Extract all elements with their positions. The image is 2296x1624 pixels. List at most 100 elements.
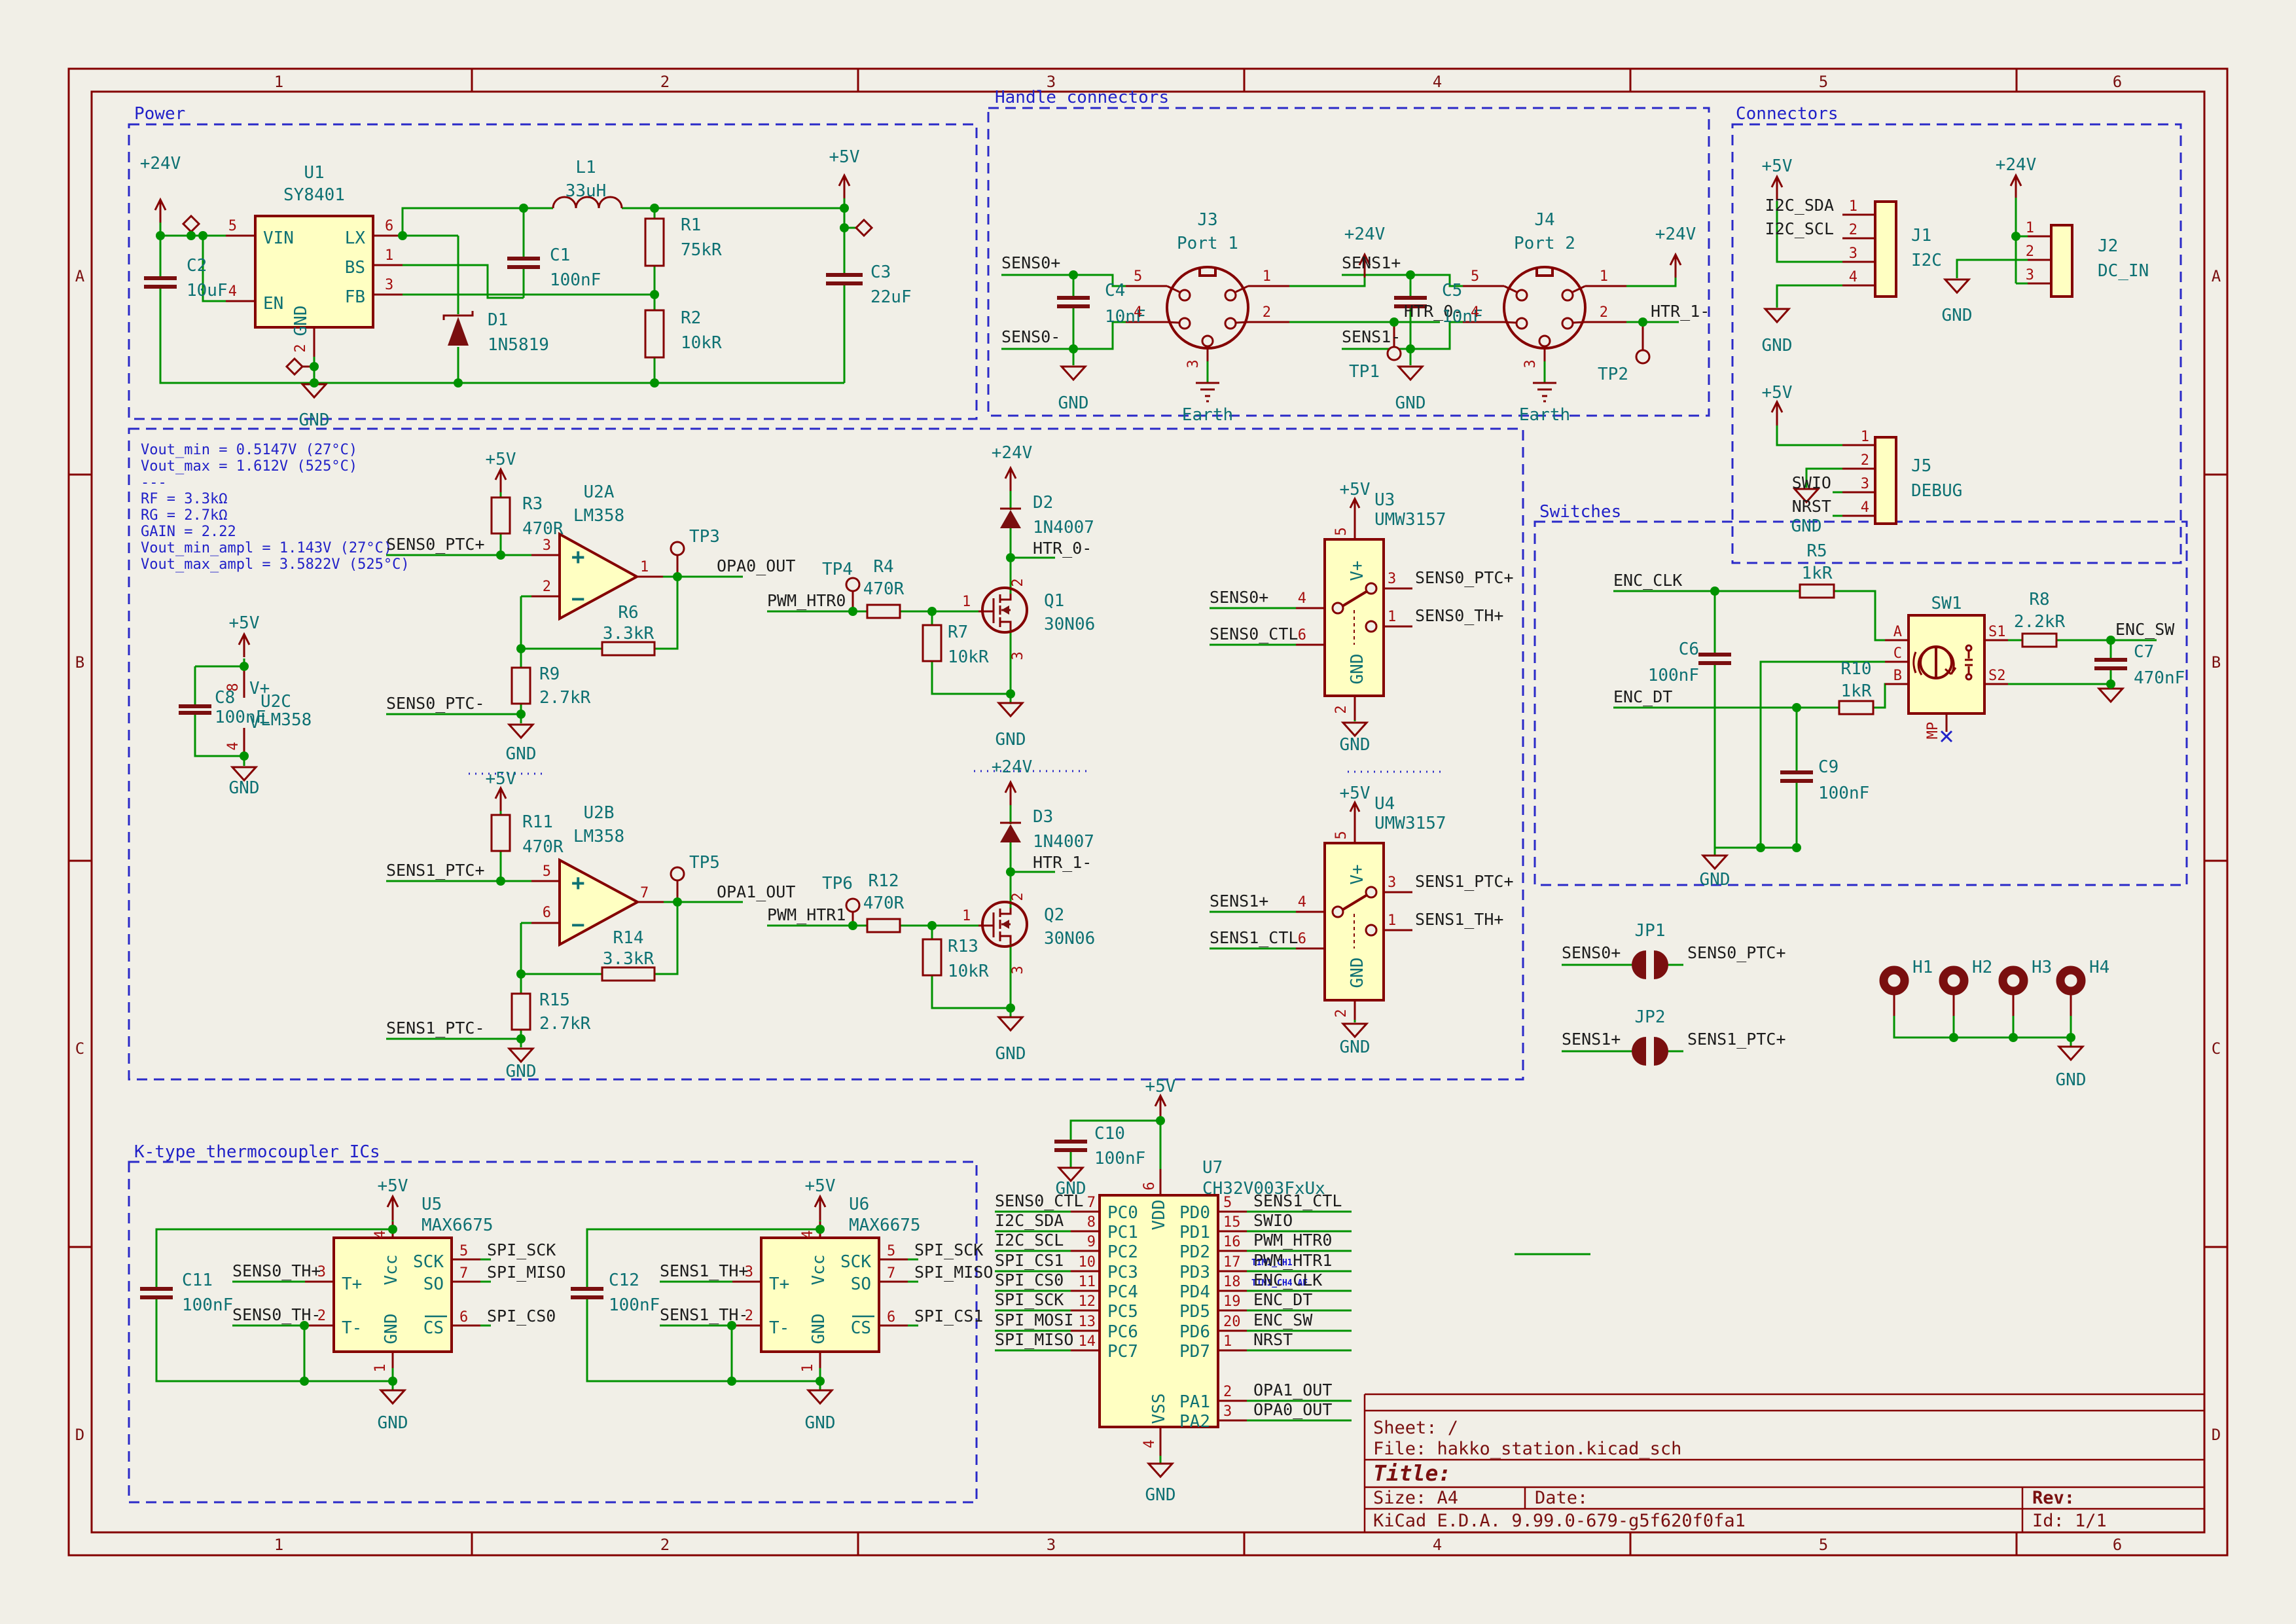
junction-dot: [1156, 1116, 1165, 1125]
schematic-label: PC4: [1107, 1282, 1138, 1302]
schematic-label: NRST: [1253, 1330, 1293, 1349]
schematic-label: PC5: [1107, 1302, 1138, 1322]
schematic-label: 2: [1333, 705, 1350, 713]
schematic-label: GND: [1348, 654, 1367, 685]
pin-circle: [1516, 290, 1527, 300]
pin-circle: [1333, 603, 1343, 613]
schematic-label: PD7: [1179, 1342, 1210, 1362]
schematic-label: 100nF: [609, 1295, 660, 1315]
schematic-label: 4: [225, 742, 242, 750]
schematic-label: 7: [1087, 1195, 1096, 1211]
pin-circle: [1366, 925, 1376, 935]
schematic-label: 1: [640, 559, 649, 575]
schematic-label: Vout_min = 0.5147V (27°C): [141, 442, 357, 458]
schematic-label: −: [571, 912, 584, 938]
schematic-label: 3: [1861, 476, 1869, 492]
schematic-label: GND: [382, 1314, 401, 1344]
schematic-label: PD1: [1179, 1223, 1210, 1242]
schematic-label: U2A: [584, 482, 615, 502]
schematic-label: 2: [1600, 304, 1608, 321]
schematic-label: D1: [488, 310, 508, 330]
schematic-label: +5V: [805, 1176, 836, 1196]
schematic-label: SENS0_PTC+: [386, 535, 485, 554]
schematic-label: MAX6675: [422, 1216, 493, 1235]
schematic-label: SENS0_CTL: [1210, 624, 1298, 643]
schematic-label: C7: [2134, 642, 2154, 662]
schematic-label: SPI_MISO: [487, 1263, 565, 1282]
junction-dot: [2066, 1033, 2075, 1042]
schematic-label: GND: [1395, 393, 1426, 413]
schematic-label: R15: [539, 990, 570, 1010]
schematic-label: 11: [1079, 1274, 1096, 1290]
junction-dot: [927, 607, 937, 616]
capacitors: [140, 259, 2127, 1297]
junction-dot: [1390, 317, 1399, 327]
schematic-label: 5: [459, 1243, 468, 1259]
titleblock-id: Id: 1/1: [2032, 1511, 2107, 1531]
junction-dot: [650, 378, 659, 388]
schematic-label: C: [1893, 645, 1902, 662]
schematic-label: 5: [543, 863, 551, 880]
schematic-label: GND: [996, 730, 1026, 749]
pin-circle: [1202, 336, 1213, 346]
schematic-label: 470R: [522, 837, 564, 857]
titleblock-title: Title:: [1373, 1460, 1451, 1486]
schematic-label: CS: [423, 1318, 444, 1338]
schematic-label: SPI_CS0: [487, 1307, 556, 1326]
schematic-label: HTR_0-: [1033, 539, 1092, 558]
schematic-label: SENS0_PTC+: [1687, 943, 1786, 962]
junction-dot: [516, 710, 526, 719]
earth-symbols: [1196, 383, 1556, 401]
schematic-label: +5V: [1340, 784, 1371, 803]
schematic-label: PC0: [1107, 1203, 1138, 1223]
connector-j1-body: [1875, 202, 1896, 297]
schematic-label: D3: [1033, 807, 1053, 827]
schematic-label: 3: [1223, 1403, 1232, 1420]
junction-dot: [240, 751, 249, 761]
schematic-label: NRST: [1792, 497, 1831, 516]
pin-circle: [1225, 318, 1236, 329]
schematic-label: 6: [887, 1309, 895, 1326]
schematic-label: 4: [800, 1230, 816, 1238]
schematic-label: 3.3kR: [603, 624, 655, 643]
schematic-label: PD3: [1179, 1263, 1210, 1282]
schematic-label: 3: [385, 277, 393, 293]
schematic-label: R14: [613, 928, 644, 948]
titleblock-size: Size: A4: [1373, 1488, 1458, 1508]
schematic-label: 10kR: [948, 962, 989, 981]
schematic-label: 3: [1010, 651, 1026, 660]
schematic-label: 18: [1223, 1274, 1241, 1290]
schematic-label: Vout_max_ampl = 3.5822V (525°C): [141, 556, 410, 573]
schematic-label: SENS1+: [1562, 1030, 1621, 1049]
pin-circle: [1562, 318, 1573, 329]
schematic-label: 470R: [863, 579, 905, 599]
mosfet-q2: [982, 902, 1027, 947]
schematic-label: SENS1_PTC+: [1687, 1030, 1786, 1049]
schematic-label: 100nF: [1648, 666, 1699, 685]
schematic-label: 3: [543, 537, 551, 554]
schematic-label: TP1: [1349, 362, 1380, 382]
schematic-label: +5V: [1762, 383, 1793, 403]
schematic-label: GND: [809, 1314, 829, 1344]
schematic-label: TP5: [689, 853, 720, 873]
schematic-label: I2C_SCL: [995, 1231, 1064, 1250]
schematic-label: SENS0+: [1001, 253, 1060, 272]
schematic-label: PD2: [1179, 1242, 1210, 1262]
schematic-label: UMW3157: [1374, 814, 1446, 833]
schematic-label: +5V: [1145, 1077, 1176, 1096]
jumper-jp2: [1632, 1037, 1668, 1066]
schematic-label: 4: [228, 283, 237, 300]
pin-circle: [1366, 887, 1376, 897]
junction-dot: [840, 223, 849, 232]
schematic-label: 1: [1600, 268, 1608, 285]
junction-dot: [454, 378, 463, 388]
junction-dot: [516, 1034, 526, 1043]
no-connect-x: [1941, 731, 1952, 742]
schematic-label: Port 1: [1177, 234, 1238, 253]
schematic-label: R1: [681, 215, 701, 235]
schematic-label: D: [2212, 1426, 2221, 1444]
schematic-label: SENS1_TH+: [660, 1261, 748, 1280]
schematic-label: +24V: [1655, 225, 1696, 244]
schematic-label: C5: [1442, 281, 1462, 300]
schematic-label: 4: [1141, 1439, 1158, 1448]
